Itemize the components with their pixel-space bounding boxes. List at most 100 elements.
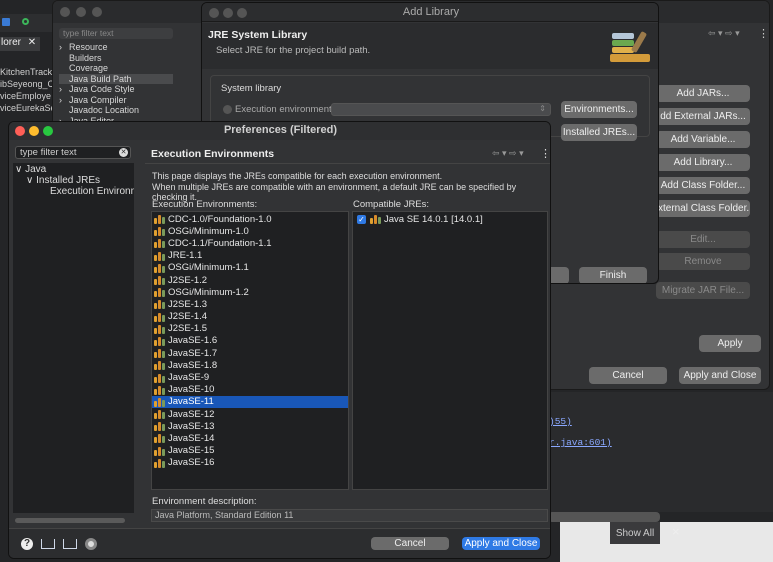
scrollbar-track[interactable] (548, 512, 660, 522)
list-item-label: JavaSE-14 (168, 432, 215, 444)
import-icon[interactable] (41, 539, 55, 549)
close-icon[interactable]: ✕ (28, 37, 36, 48)
list-item[interactable]: J2SE-1.3 (152, 298, 348, 310)
tree-scrollbar[interactable] (15, 518, 125, 523)
record-icon[interactable] (85, 538, 97, 550)
list-item[interactable]: J2SE-1.2 (152, 274, 348, 286)
list-item[interactable]: JavaSE-10 (152, 384, 348, 396)
add-external-jars-button[interactable]: dd External JARs... (656, 108, 750, 125)
tree-item-execution-environments[interactable]: Execution Environmen (50, 186, 134, 197)
list-item[interactable]: J2SE-1.5 (152, 323, 348, 335)
list-item-selected[interactable]: JavaSE-11 (152, 395, 348, 408)
environments-button[interactable]: Environments... (561, 101, 637, 118)
remove-button[interactable]: Remove (656, 253, 750, 270)
clear-icon[interactable]: ✕ (119, 148, 128, 157)
apply-and-close-button[interactable]: Apply and Close (679, 367, 761, 384)
close-icon[interactable]: × (672, 524, 680, 539)
dialog-title: Add Library (402, 6, 460, 18)
list-item[interactable]: viceEmploye (0, 90, 52, 102)
environments-list: CDC-1.0/Foundation-1.0 OSGi/Minimum-1.0 CD… (151, 211, 349, 490)
tree-item-installed-jres[interactable]: ∨ Installed JREs (26, 175, 100, 186)
list-item[interactable]: OSGi/Minimum-1.0 (152, 225, 348, 237)
add-jars-button[interactable]: Add JARs... (656, 85, 750, 102)
jre-library-icon (154, 214, 165, 225)
menu-icon[interactable]: ⋮ (540, 147, 550, 160)
menu-icon[interactable]: ⋮ (758, 27, 769, 40)
export-icon[interactable] (63, 539, 77, 549)
list-item-label: JavaSE-1.8 (168, 359, 218, 371)
list-item-label: JavaSE-11 (168, 396, 214, 408)
list-item-label: JRE-1.1 (168, 250, 203, 262)
wizard-subheading: Select JRE for the project build path. (216, 45, 371, 56)
execution-environment-label: Execution environment: (235, 104, 335, 115)
execution-environment-radio[interactable] (223, 105, 232, 114)
tree-item[interactable]: Coverage (59, 63, 173, 74)
nav-arrows[interactable]: ⇦ ▾ ⇨ ▾ (492, 148, 524, 159)
list-item[interactable]: JavaSE-14 (152, 432, 348, 444)
list-item[interactable]: CDC-1.1/Foundation-1.1 (152, 237, 348, 249)
list-item[interactable]: JRE-1.1 (152, 250, 348, 262)
list-item[interactable]: CDC-1.0/Foundation-1.0 (152, 213, 348, 225)
tree-item[interactable]: Javadoc Location (59, 105, 173, 116)
list-item-label: OSGi/Minimum-1.0 (168, 225, 249, 237)
migrate-jar-button[interactable]: Migrate JAR File... (656, 282, 750, 299)
list-item[interactable]: JavaSE-9 (152, 371, 348, 383)
execution-environment-select[interactable]: ⇕ (331, 103, 551, 116)
list-item[interactable]: JavaSE-1.6 (152, 335, 348, 347)
console-link[interactable]: )55) (549, 416, 572, 427)
library-books-icon (608, 29, 652, 65)
filter-input[interactable]: type filter text (59, 28, 173, 39)
apply-button[interactable]: Apply (699, 335, 761, 352)
tree-item[interactable]: › Java Code Style (59, 84, 173, 95)
jre-library-icon (154, 409, 165, 420)
list-item[interactable]: JavaSE-1.8 (152, 359, 348, 371)
zoom-window-icon[interactable] (92, 7, 102, 17)
list-item-label: JavaSE-9 (168, 372, 210, 384)
list-item[interactable]: KitchenTrack (0, 66, 52, 78)
explorer-tab[interactable]: lorer ✕ (0, 37, 40, 51)
close-window-icon[interactable] (60, 7, 70, 17)
list-item[interactable]: JavaSE-1.7 (152, 347, 348, 359)
cancel-button[interactable]: Cancel (371, 537, 449, 550)
add-external-class-folder-button[interactable]: External Class Folder... (656, 200, 750, 217)
page-header: Execution Environments ⇦ ▾ ⇨ ▾ ⋮ (145, 144, 550, 164)
list-item[interactable]: OSGi/Minimum-1.1 (152, 262, 348, 274)
preferences-tree: ∨ Java ∨ Installed JREs Execution Enviro… (13, 163, 134, 513)
jre-library-icon (154, 421, 165, 432)
show-all-button[interactable]: Show All (610, 522, 660, 544)
list-item[interactable]: ✓ Java SE 14.0.1 [14.0.1] (353, 213, 547, 225)
console-link[interactable]: r.java:601) (549, 437, 612, 448)
tree-item-java[interactable]: ∨ Java (15, 164, 46, 175)
add-variable-button[interactable]: Add Variable... (656, 131, 750, 148)
finish-button[interactable]: Finish (579, 267, 647, 283)
list-item[interactable]: ibSeyeong_C (0, 78, 52, 90)
list-item[interactable]: OSGi/Minimum-1.2 (152, 286, 348, 298)
apply-and-close-button[interactable]: Apply and Close (462, 537, 540, 550)
list-item[interactable]: JavaSE-15 (152, 445, 348, 457)
installed-jres-button[interactable]: Installed JREs... (561, 124, 637, 141)
list-item[interactable]: J2SE-1.4 (152, 311, 348, 323)
edit-button[interactable]: Edit... (656, 231, 750, 248)
list-item[interactable]: viceEurekaSe (0, 102, 52, 114)
tree-item[interactable]: › Java Compiler (59, 95, 173, 106)
tree-item[interactable]: Builders (59, 53, 173, 64)
list-item[interactable]: JavaSE-13 (152, 420, 348, 432)
list-item-label: J2SE-1.2 (168, 274, 208, 286)
minimize-window-icon[interactable] (76, 7, 86, 17)
window-icon[interactable] (2, 18, 10, 26)
add-class-folder-button[interactable]: Add Class Folder... (656, 177, 750, 194)
list-item-label: JavaSE-12 (168, 408, 215, 420)
checkbox[interactable]: ✓ (357, 214, 366, 224)
tree-item-selected[interactable]: Java Build Path (59, 73, 173, 84)
tree-item[interactable]: › Resource (59, 42, 173, 53)
cancel-button[interactable]: Cancel (589, 367, 667, 384)
list-item[interactable]: JavaSE-16 (152, 457, 348, 469)
nav-arrows[interactable]: ⇦ ▾ ⇨ ▾ (708, 28, 740, 39)
add-library-button[interactable]: Add Library... (656, 154, 750, 171)
jre-library-icon (154, 238, 165, 249)
jre-library-icon (154, 287, 165, 298)
help-icon[interactable]: ? (21, 538, 33, 550)
list-item[interactable]: JavaSE-12 (152, 408, 348, 420)
settings-icon[interactable] (22, 18, 29, 25)
filter-input[interactable]: type filter text ✕ (15, 146, 131, 159)
